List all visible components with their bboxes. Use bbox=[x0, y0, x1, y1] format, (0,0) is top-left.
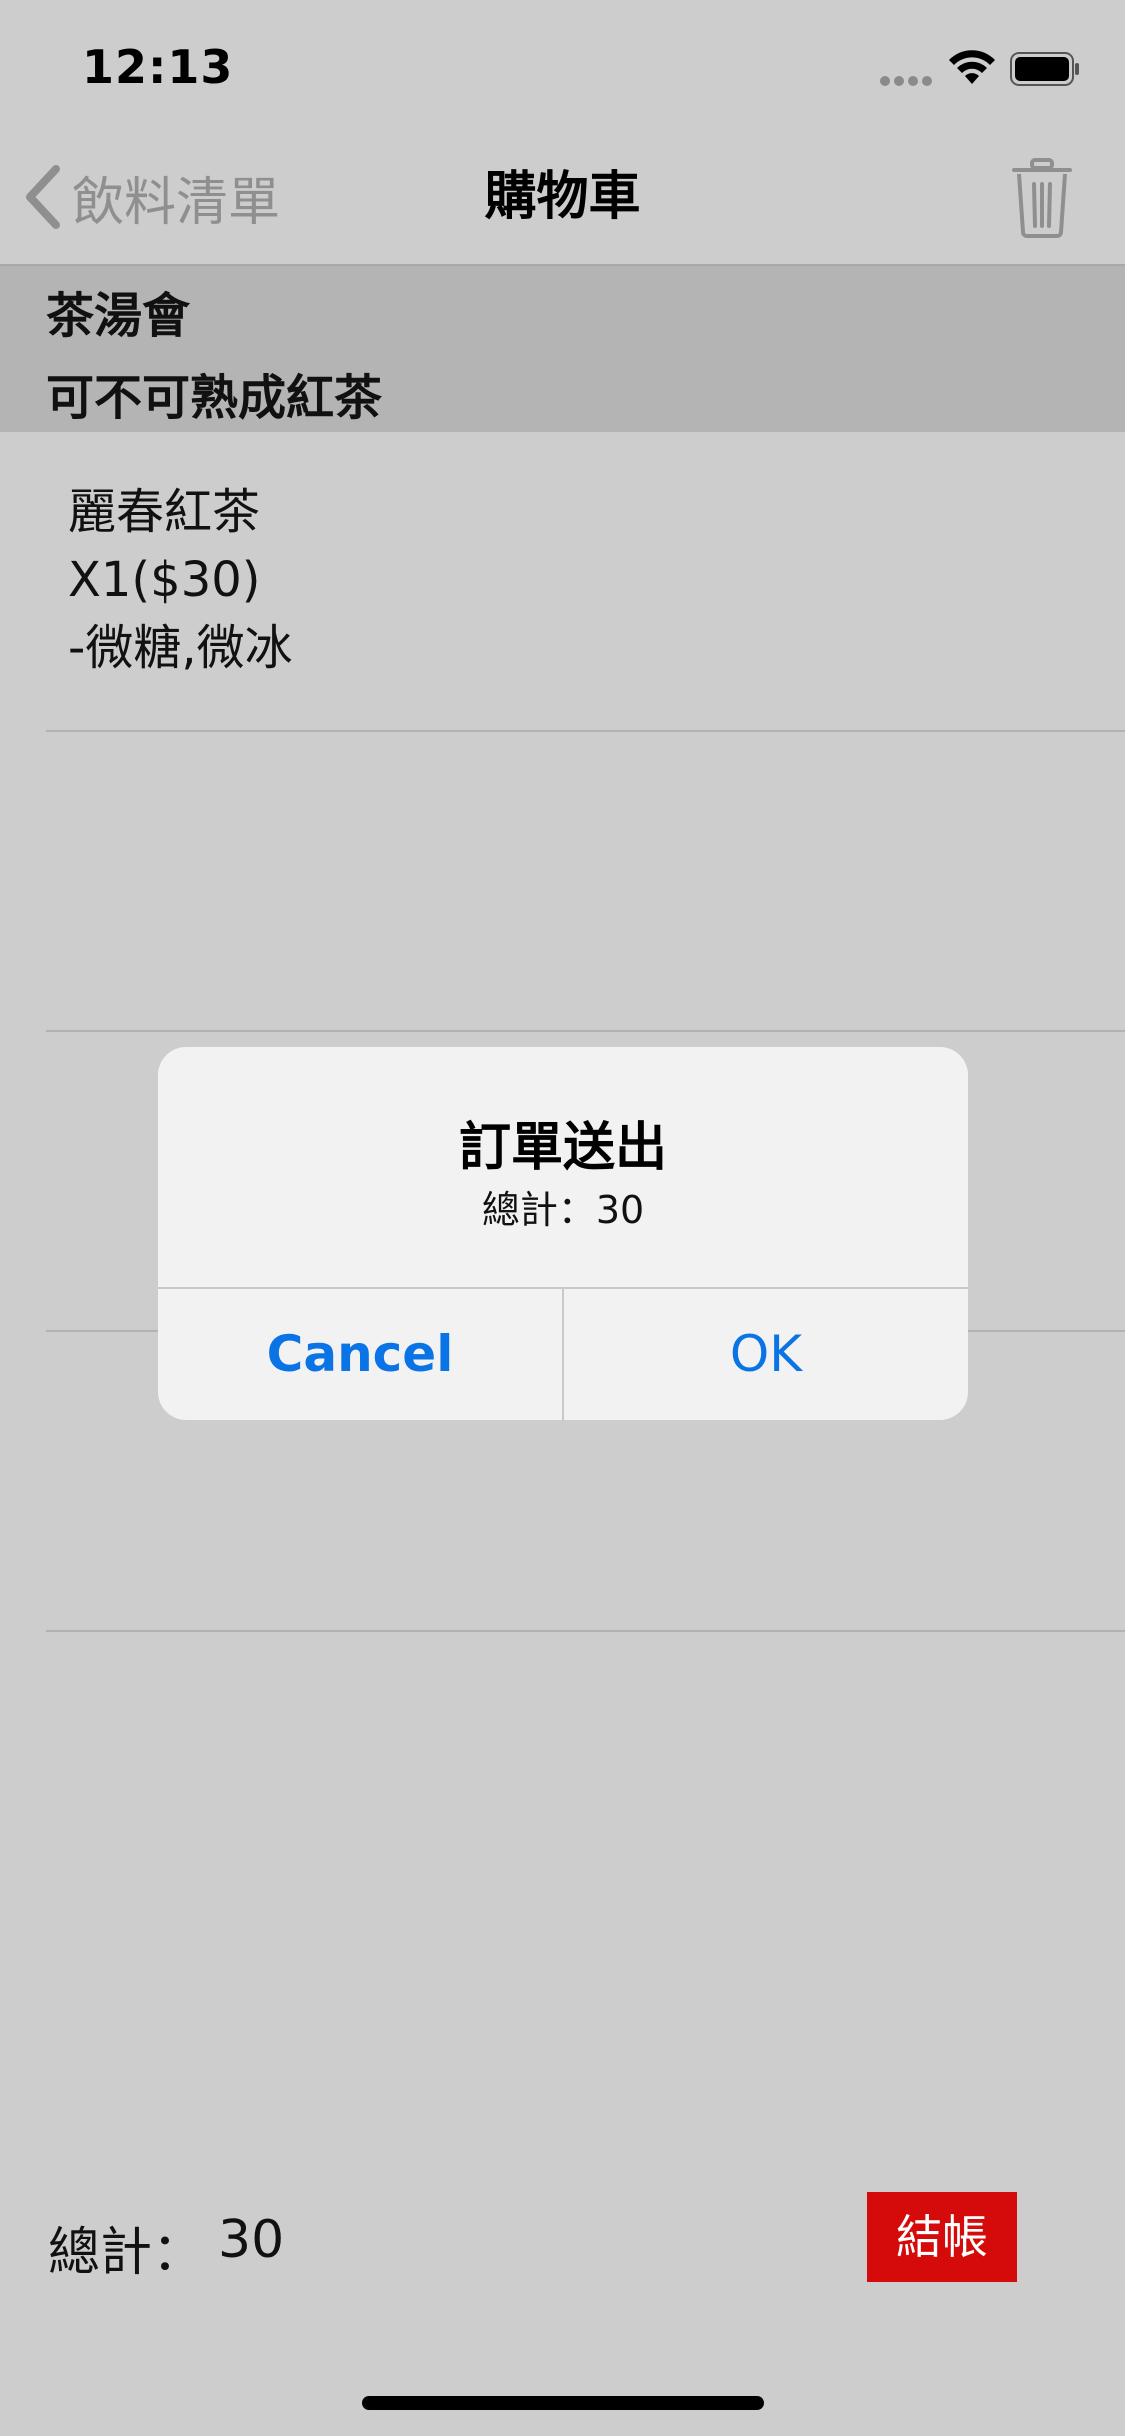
cellular-signal-icon bbox=[880, 76, 934, 86]
alert-dialog: 訂單送出 總計：30 Cancel OK bbox=[158, 1047, 968, 1420]
checkout-button[interactable]: 結帳 bbox=[867, 2192, 1017, 2282]
page-title: 購物車 bbox=[484, 167, 641, 227]
home-indicator[interactable] bbox=[362, 2396, 764, 2410]
trash-icon[interactable] bbox=[1010, 158, 1074, 238]
shop-name: 茶湯會 bbox=[46, 288, 191, 344]
cart-item-cell[interactable]: 麗春紅茶 X1($30) -微糖,微冰 bbox=[0, 432, 1125, 732]
alert-title: 訂單送出 bbox=[458, 1118, 667, 1178]
section-header: 茶湯會 可不可熟成紅茶 bbox=[0, 266, 1125, 432]
item-options: -微糖,微冰 bbox=[68, 620, 293, 676]
item-name: 麗春紅茶 bbox=[68, 484, 261, 540]
cancel-button[interactable]: Cancel bbox=[158, 1289, 562, 1420]
total-label: 總計： bbox=[48, 2223, 205, 2283]
navigation-bar: 飲料清單 購物車 bbox=[0, 132, 1125, 266]
item-quantity-price: X1($30) bbox=[68, 552, 261, 608]
brand-name: 可不可熟成紅茶 bbox=[46, 370, 383, 426]
status-time: 12:13 bbox=[82, 40, 234, 94]
ok-button[interactable]: OK bbox=[564, 1289, 968, 1420]
footer: 總計： 30 結帳 bbox=[0, 2180, 1125, 2300]
battery-icon bbox=[1010, 52, 1079, 86]
empty-cell bbox=[0, 732, 1125, 1032]
cart-list: 麗春紅茶 X1($30) -微糖,微冰 bbox=[0, 432, 1125, 1632]
status-bar: 12:13 bbox=[0, 0, 1125, 132]
alert-message: 總計：30 bbox=[481, 1188, 645, 1232]
wifi-icon bbox=[949, 50, 995, 84]
total-value: 30 bbox=[218, 2210, 285, 2270]
